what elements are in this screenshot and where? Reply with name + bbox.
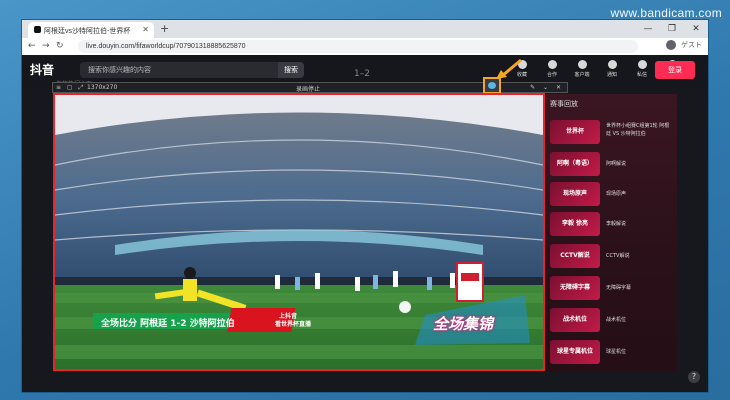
replay-thumb: 现场原声 <box>550 182 600 206</box>
replay-item[interactable]: 李毅 徐亮 李毅解说 <box>550 212 672 236</box>
capture-status: 录画停止 <box>296 86 321 93</box>
pointer-arrow-icon <box>496 58 522 79</box>
replay-thumb: 世界杯 <box>550 120 600 144</box>
search-button[interactable]: 搜索 <box>278 62 304 78</box>
help-button[interactable]: ? <box>688 371 700 383</box>
bandicam-watermark: www.bandicam.com <box>610 6 722 20</box>
record-icon <box>488 82 496 89</box>
search-placeholder: 搜索你感兴趣的内容 <box>88 66 151 74</box>
account-label[interactable]: ゲスト <box>681 40 702 50</box>
replay-item[interactable]: 现场原声 现场原声 <box>550 182 672 206</box>
login-button[interactable]: 登录 <box>655 61 695 79</box>
replay-label: 现场原声 <box>606 191 627 197</box>
capture-mode-icons[interactable]: ≡ ▢ ⤢ <box>56 84 85 92</box>
replay-item[interactable]: 战术机位 战术机位 <box>550 308 672 332</box>
live-video-player[interactable]: 全场比分 阿根廷 1-2 沙特阿拉伯 上抖音 看世界杯直播 全场集锦 <box>53 93 545 371</box>
replay-thumb: 战术机位 <box>550 308 600 332</box>
header-item-cooperate[interactable]: 合作 <box>540 60 564 78</box>
douyin-logo[interactable]: 抖音 <box>30 61 54 78</box>
profile-avatar-icon[interactable] <box>666 40 676 50</box>
replay-label: 阿啊解说 <box>606 161 627 167</box>
header-item-notify[interactable]: 通知 <box>600 60 624 78</box>
replay-label: 球星机位 <box>606 349 627 355</box>
header-item-client[interactable]: 客户端 <box>570 60 594 78</box>
message-icon <box>637 60 647 69</box>
browser-tab[interactable]: 阿根廷vs沙特阿拉伯-世界杯 ✕ <box>28 22 154 38</box>
restore-button[interactable]: ❐ <box>660 20 684 38</box>
capture-window-buttons[interactable]: ✎ ⌄ ✕ <box>530 84 564 91</box>
douyin-tab-icon <box>34 26 41 33</box>
replay-label: 无障碍字幕 <box>606 285 632 291</box>
monitor-icon <box>577 60 587 69</box>
replay-thumb: 阿啊（粤语） <box>550 152 600 176</box>
toolbar-icons: ゲスト <box>666 40 702 50</box>
reload-button[interactable]: ↻ <box>56 41 64 51</box>
replay-thumb: 球星专属机位 <box>550 340 600 364</box>
replay-label: 李毅解说 <box>606 221 627 227</box>
replay-thumb: CCTV解说 <box>550 244 600 268</box>
search-input[interactable]: 搜索你感兴趣的内容 搜索 <box>80 62 304 78</box>
tab-strip: 阿根廷vs沙特阿拉伯-世界杯 ✕ + — ❐ ✕ <box>22 20 708 38</box>
score-banner: 全场比分 阿根廷 1-2 沙特阿拉伯 <box>101 319 235 329</box>
promo-line-2: 看世界杯直播 <box>275 321 312 328</box>
highlight-title: 全场集锦 <box>433 315 494 333</box>
bell-icon <box>607 60 617 69</box>
replay-item[interactable]: 球星专属机位 球星机位 <box>550 340 672 364</box>
window-controls: — ❐ ✕ <box>636 20 708 38</box>
replay-thumb: 无障碍字幕 <box>550 276 600 300</box>
address-toolbar: ← → ↻ live.douyin.com/fifaworldcup/70790… <box>22 38 708 56</box>
replay-label: CCTV解说 <box>606 253 630 259</box>
header-item-message[interactable]: 私信 <box>630 60 654 78</box>
browser-window: 阿根廷vs沙特阿拉伯-世界杯 ✕ + — ❐ ✕ ← → ↻ live.douy… <box>22 20 708 392</box>
forward-button[interactable]: → <box>42 41 50 51</box>
address-bar[interactable]: live.douyin.com/fifaworldcup/70790131888… <box>78 40 638 53</box>
replay-panel-title: 赛事回放 <box>550 100 578 108</box>
replay-thumb: 李毅 徐亮 <box>550 212 600 236</box>
replay-label: 战术机位 <box>606 317 627 323</box>
replay-side-panel: 赛事回放 世界杯 世界杯小组赛C组第1轮 阿根廷 VS 沙特阿拉伯 阿啊（粤语）… <box>545 94 677 372</box>
new-tab-button[interactable]: + <box>160 22 169 35</box>
replay-label: 世界杯小组赛C组第1轮 阿根廷 VS 沙特阿拉伯 <box>606 123 670 137</box>
replay-item[interactable]: 世界杯 世界杯小组赛C组第1轮 阿根廷 VS 沙特阿拉伯 <box>550 120 672 144</box>
replay-item[interactable]: CCTV解说 CCTV解说 <box>550 244 672 268</box>
replay-item[interactable]: 阿啊（粤语） 阿啊解说 <box>550 152 672 176</box>
close-window-button[interactable]: ✕ <box>684 20 708 38</box>
replay-item[interactable]: 无障碍字幕 无障碍字幕 <box>550 276 672 300</box>
tab-title: 阿根廷vs沙特阿拉伯-世界杯 <box>44 28 131 35</box>
minimize-button[interactable]: — <box>636 20 660 38</box>
handshake-icon <box>547 60 557 69</box>
capture-dimensions: 1370x270 <box>87 84 118 91</box>
tab-close-icon[interactable]: ✕ <box>142 25 149 34</box>
back-button[interactable]: ← <box>28 41 36 51</box>
header-score: 1–2 <box>354 69 370 79</box>
